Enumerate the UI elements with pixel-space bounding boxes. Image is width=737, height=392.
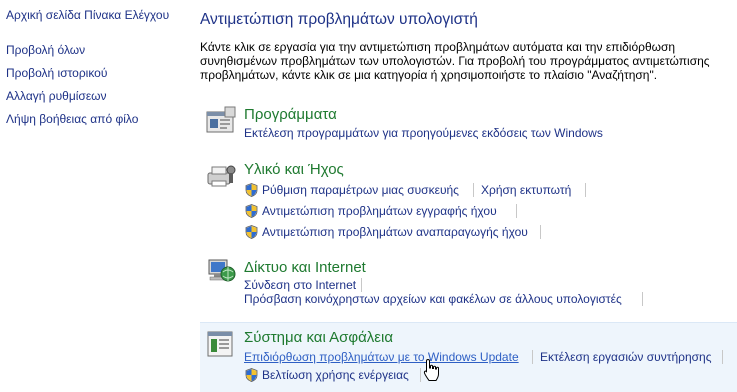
link-separator bbox=[642, 292, 643, 306]
link-troubleshoot-audio-playback[interactable]: Αντιμετώπιση προβλημάτων αναπαραγωγής ήχ… bbox=[262, 225, 528, 239]
link-access-shared-files[interactable]: Πρόσβαση κοινόχρηστων αρχείων και φακέλω… bbox=[244, 292, 622, 306]
main-content: Αντιμετώπιση προβλημάτων υπολογιστή Κάντ… bbox=[200, 0, 737, 392]
link-improve-power-usage[interactable]: Βελτίωση χρήσης ενέργειας bbox=[262, 368, 409, 382]
link-separator bbox=[361, 278, 362, 292]
system-security-icon bbox=[207, 331, 233, 357]
page-title: Αντιμετώπιση προβλημάτων υπολογιστή bbox=[200, 11, 478, 28]
link-run-maintenance-tasks[interactable]: Εκτέλεση εργασιών συντήρησης bbox=[540, 350, 712, 364]
link-troubleshoot-audio-recording[interactable]: Αντιμετώπιση προβλημάτων εγγραφής ήχου bbox=[262, 204, 497, 218]
programs-icon bbox=[206, 106, 236, 133]
uac-shield-icon bbox=[245, 204, 258, 218]
uac-shield-icon bbox=[245, 225, 258, 239]
category-title-network-internet[interactable]: Δίκτυο και Internet bbox=[244, 259, 366, 276]
link-separator bbox=[420, 368, 421, 382]
sidebar: Αρχική σελίδα Πίνακα Ελέγχου Προβολή όλω… bbox=[0, 0, 195, 391]
link-separator bbox=[473, 183, 474, 197]
link-run-older-programs[interactable]: Εκτέλεση προγραμμάτων για προηγούμενες ε… bbox=[244, 126, 603, 140]
link-fix-windows-update[interactable]: Επιδιόρθωση προβλημάτων με το Windows Up… bbox=[244, 350, 519, 364]
category-hardware-sound: Υλικό και Ήχος Ρύθμιση παραμέτρων μιας σ… bbox=[200, 155, 737, 240]
category-title-programs[interactable]: Προγράμματα bbox=[244, 106, 337, 123]
link-separator bbox=[540, 225, 541, 239]
sidebar-item-get-help-from-friend[interactable]: Λήψη βοήθειας από φίλο bbox=[6, 112, 138, 126]
intro-text: Κάντε κλικ σε εργασία για την αντιμετώπι… bbox=[200, 40, 710, 82]
link-connect-internet[interactable]: Σύνδεση στο Internet bbox=[244, 278, 356, 292]
uac-shield-icon bbox=[245, 368, 258, 382]
category-network-internet: Δίκτυο και Internet Σύνδεση στο Internet… bbox=[200, 253, 737, 313]
category-programs: Προγράμματα Εκτέλεση προγραμμάτων για πρ… bbox=[200, 100, 737, 150]
link-separator bbox=[516, 204, 517, 218]
hand-cursor-icon bbox=[423, 358, 439, 381]
link-separator bbox=[722, 350, 723, 364]
category-system-security: Σύστημα και Ασφάλεια Επιδιόρθωση προβλημ… bbox=[200, 322, 737, 392]
category-title-hardware-sound[interactable]: Υλικό και Ήχος bbox=[244, 161, 344, 178]
category-title-system-security[interactable]: Σύστημα και Ασφάλεια bbox=[244, 329, 393, 346]
uac-shield-icon bbox=[245, 183, 258, 197]
hardware-sound-icon bbox=[207, 165, 236, 187]
network-internet-icon bbox=[208, 259, 236, 282]
sidebar-item-change-settings[interactable]: Αλλαγή ρυθμίσεων bbox=[6, 89, 107, 103]
link-separator bbox=[585, 183, 586, 197]
link-configure-device[interactable]: Ρύθμιση παραμέτρων μιας συσκευής bbox=[262, 183, 459, 197]
sidebar-item-view-all[interactable]: Προβολή όλων bbox=[6, 43, 85, 57]
sidebar-item-control-panel-home[interactable]: Αρχική σελίδα Πίνακα Ελέγχου bbox=[6, 8, 169, 22]
link-separator bbox=[532, 350, 533, 364]
link-use-printer[interactable]: Χρήση εκτυπωτή bbox=[481, 183, 571, 197]
sidebar-item-view-history[interactable]: Προβολή ιστορικού bbox=[6, 66, 107, 80]
